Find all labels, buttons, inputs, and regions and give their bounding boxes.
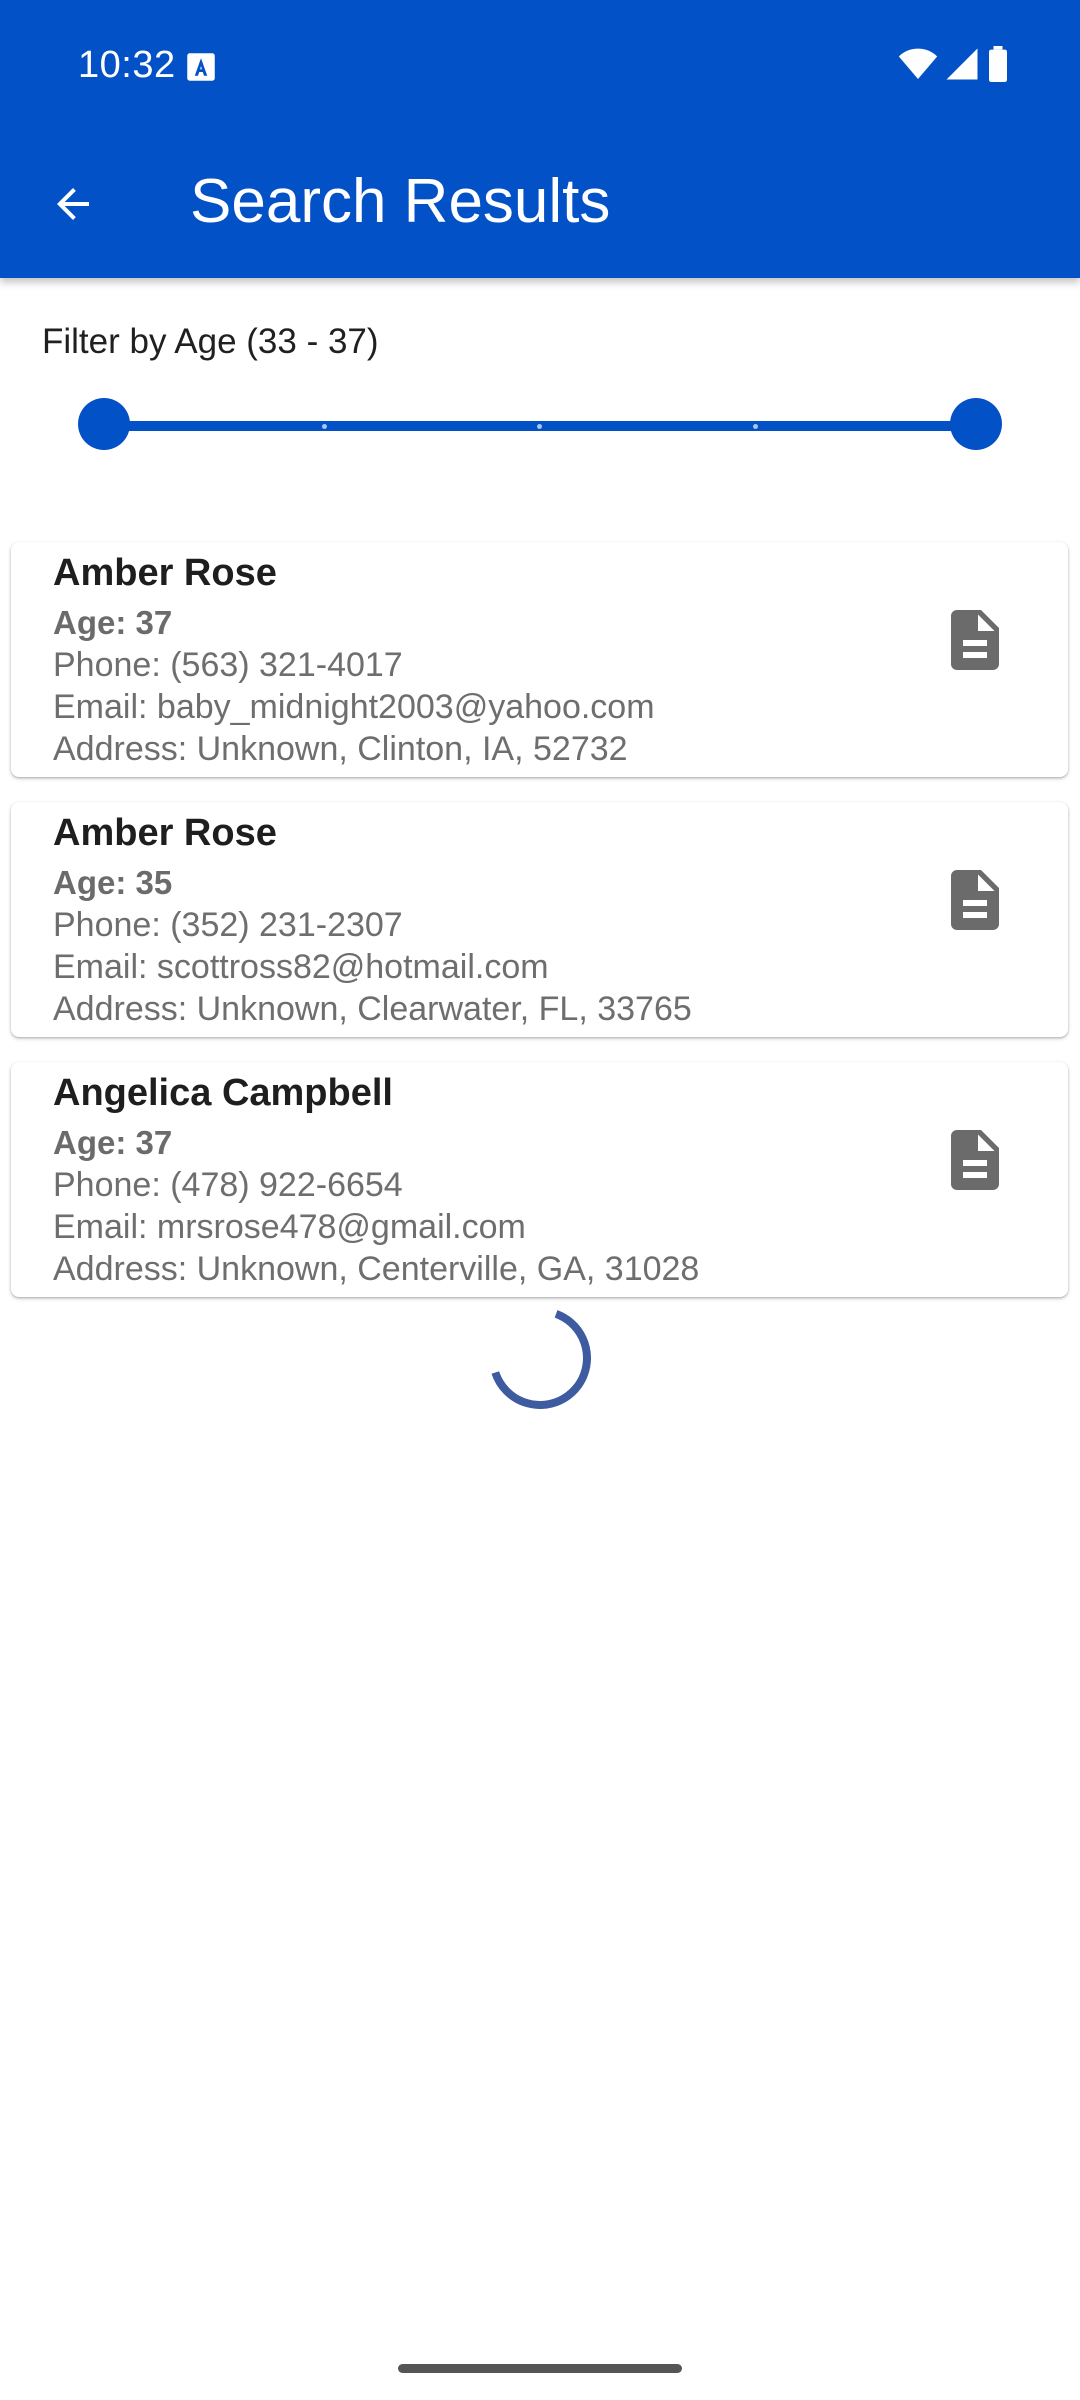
page-title: Search Results [190, 167, 611, 236]
slider-thumb-max[interactable] [950, 398, 1002, 450]
result-age: Age: 37 [53, 1124, 173, 1161]
age-range-slider[interactable] [78, 398, 1002, 454]
slider-thumb-min[interactable] [78, 398, 130, 450]
result-address: Address: Unknown, Clearwater, FL, 33765 [53, 990, 692, 1028]
status-time: 10:32 [78, 44, 176, 86]
result-card[interactable]: Amber Rose Age: 35 Phone: (352) 231-2307… [11, 802, 1068, 1037]
result-age: Age: 35 [53, 864, 173, 901]
result-age: Age: 37 [53, 604, 173, 641]
result-name: Angelica Campbell [53, 1072, 393, 1114]
arrow-back-icon [57, 188, 89, 220]
loading-spinner [489, 1307, 591, 1409]
result-name: Amber Rose [53, 552, 277, 594]
status-icons [898, 46, 1010, 82]
app-screen: 10:32 Search Results Filter by Age (33 - [0, 0, 1080, 2400]
result-address: Address: Unknown, Clinton, IA, 52732 [53, 730, 628, 768]
result-phone: Phone: (563) 321-4017 [53, 646, 403, 684]
accessibility-a-icon [187, 53, 215, 81]
result-card[interactable]: Amber Rose Age: 37 Phone: (563) 321-4017… [11, 542, 1068, 777]
document-icon[interactable] [939, 864, 1011, 936]
slider-tick [537, 424, 542, 429]
result-name: Amber Rose [53, 812, 277, 854]
slider-tick [753, 424, 758, 429]
home-indicator[interactable] [398, 2364, 682, 2373]
result-card[interactable]: Angelica Campbell Age: 37 Phone: (478) 9… [11, 1062, 1068, 1297]
cellular-signal-icon [946, 48, 978, 80]
result-phone: Phone: (478) 922-6654 [53, 1166, 403, 1204]
age-filter-label: Filter by Age (33 - 37) [42, 322, 379, 361]
back-button[interactable] [32, 163, 114, 245]
result-email: Email: baby_midnight2003@yahoo.com [53, 688, 655, 726]
result-email: Email: scottross82@hotmail.com [53, 948, 549, 986]
result-address: Address: Unknown, Centerville, GA, 31028 [53, 1250, 700, 1288]
app-bar: 10:32 Search Results [0, 0, 1080, 278]
slider-tick [322, 424, 327, 429]
battery-icon [989, 46, 1007, 82]
document-icon[interactable] [939, 1124, 1011, 1196]
document-icon[interactable] [939, 604, 1011, 676]
wifi-icon [898, 48, 938, 79]
result-phone: Phone: (352) 231-2307 [53, 906, 403, 944]
result-email: Email: mrsrose478@gmail.com [53, 1208, 526, 1246]
